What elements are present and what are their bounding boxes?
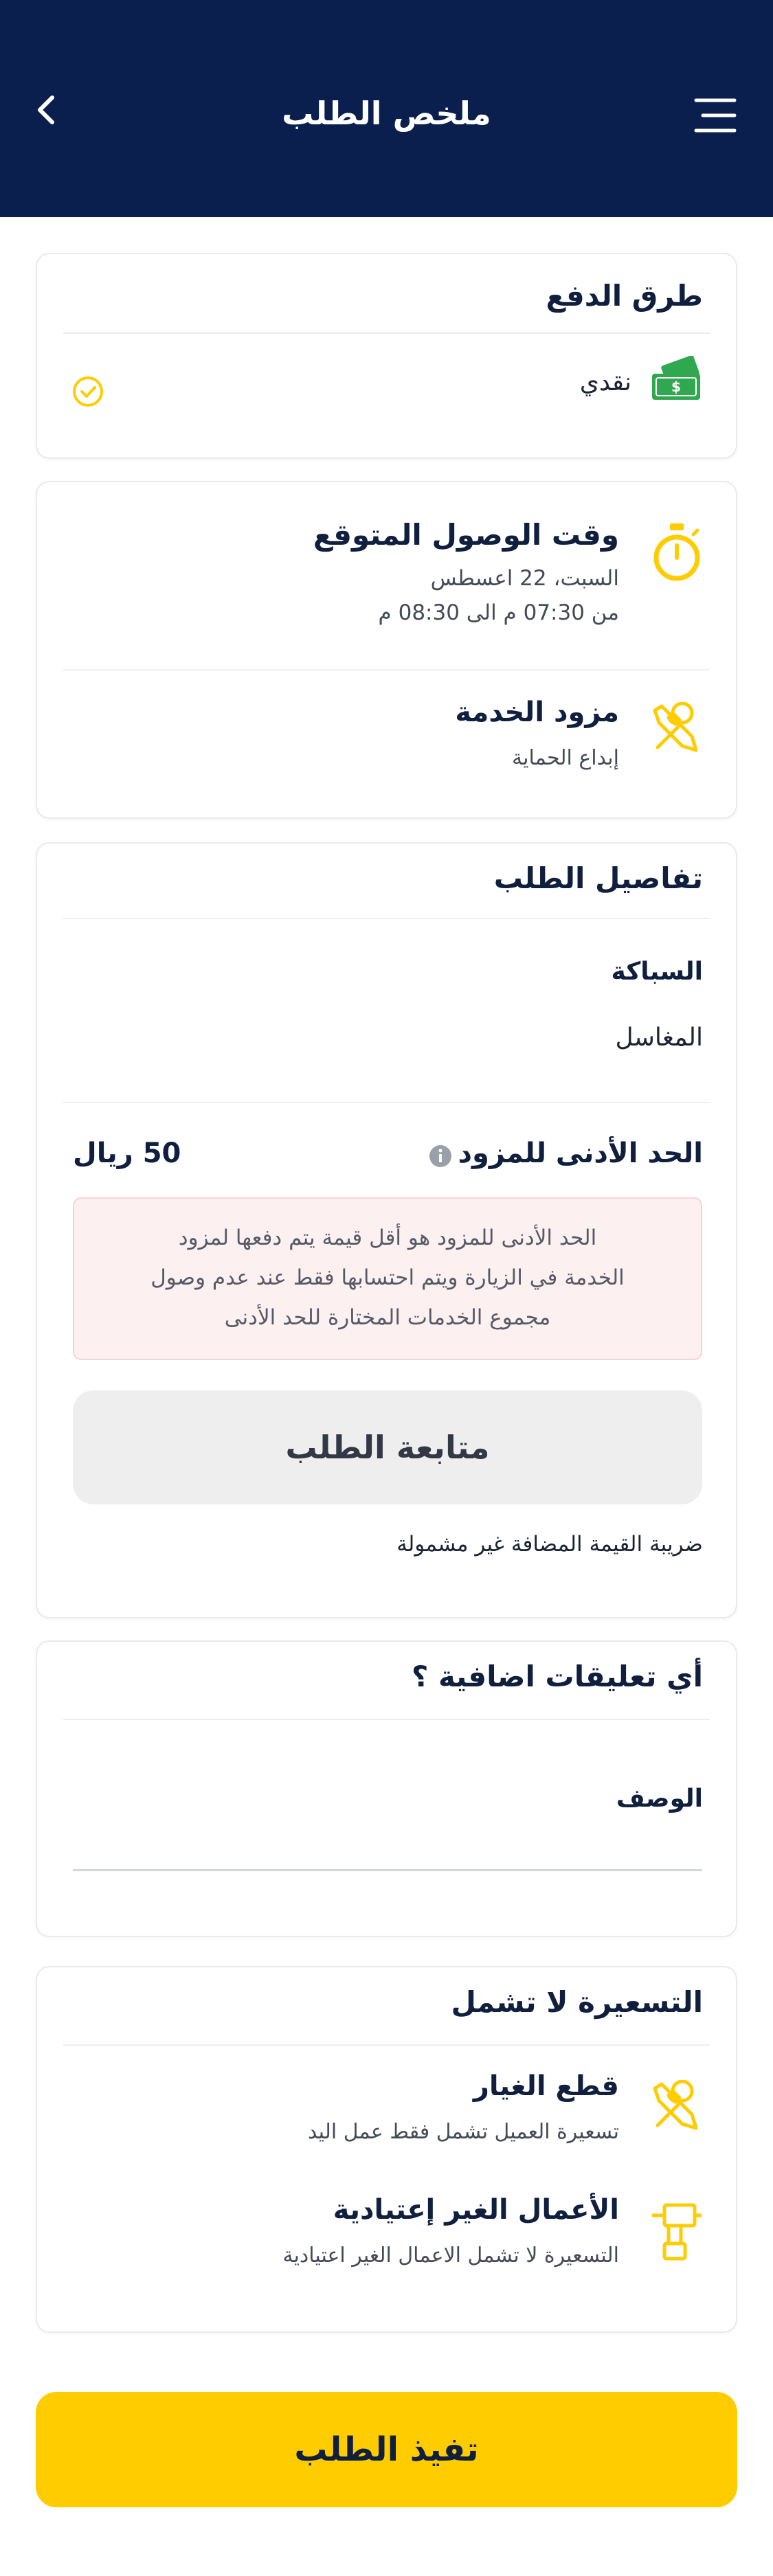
drill-icon bbox=[652, 2203, 702, 2261]
service-category: السباكة bbox=[611, 958, 703, 986]
description-input[interactable] bbox=[73, 1820, 702, 1871]
app-header: ملخص الطلب bbox=[0, 0, 773, 217]
arrival-date: السبت، 22 اعسطس bbox=[430, 566, 619, 591]
hamburger-menu-icon[interactable] bbox=[692, 96, 739, 135]
payment-methods-card: طرق الدفع $ نقدي bbox=[36, 253, 737, 459]
pricing-item-title: قطع الغيار bbox=[473, 2070, 619, 2102]
provider-minimum-note: الحد الأدنى للمزود هو أقل قيمة يتم دفعها… bbox=[73, 1197, 702, 1360]
service-item: المغاسل bbox=[615, 1024, 703, 1052]
stopwatch-icon bbox=[653, 523, 700, 581]
additional-comments-card: أي تعليقات اضافية ؟ الوصف bbox=[36, 1640, 737, 1937]
provider-title: مزود الخدمة bbox=[455, 697, 619, 728]
comments-title: أي تعليقات اضافية ؟ bbox=[412, 1660, 703, 1693]
arrival-time-range: من 07:30 م الى 08:30 م bbox=[378, 600, 619, 625]
order-details-card: تفاصيل الطلب السباكة المغاسل الحد الأدنى… bbox=[36, 842, 737, 1618]
pricing-excludes-card: التسعيرة لا تشمل قطع الغيار تسعيرة العمي… bbox=[36, 1966, 737, 2333]
note-line-3: مجموع الخدمات المختارة للحد الأدنى bbox=[224, 1305, 551, 1330]
payment-methods-title: طرق الدفع bbox=[546, 279, 703, 313]
check-circle-icon bbox=[73, 376, 103, 407]
note-line-2: الخدمة في الزيارة ويتم احتسابها فقط عند … bbox=[150, 1265, 625, 1290]
info-icon[interactable] bbox=[429, 1144, 452, 1168]
submit-order-button[interactable]: تفيذ الطلب bbox=[36, 2392, 737, 2507]
description-label: الوصف bbox=[616, 1785, 703, 1813]
cash-icon: $ bbox=[652, 356, 700, 400]
note-line-1: الحد الأدنى للمزود هو أقل قيمة يتم دفعها… bbox=[178, 1225, 597, 1250]
pricing-item-subtitle: تسعيرة العميل تشمل فقط عمل اليد bbox=[307, 2120, 619, 2144]
provider-name: إبداع الحماية bbox=[512, 746, 619, 770]
order-details-title: تفاصيل الطلب bbox=[493, 861, 703, 895]
payment-method-label: نقدي bbox=[579, 368, 631, 396]
pricing-excludes-title: التسعيرة لا تشمل bbox=[451, 1985, 704, 2019]
vat-note: ضريبة القيمة المضافة غير مشمولة bbox=[396, 1532, 703, 1557]
arrival-provider-card: وقت الوصول المتوقع السبت، 22 اعسطس من 07… bbox=[36, 481, 737, 819]
provider-minimum-value: 50 ريال bbox=[73, 1138, 181, 1169]
provider-minimum-label: الحد الأدنى للمزود bbox=[458, 1138, 703, 1169]
pricing-item-title: الأعمال الغير إعتيادية bbox=[333, 2194, 619, 2226]
pricing-item-subtitle: التسعيرة لا تشمل الاعمال الغير اعتيادية bbox=[282, 2244, 619, 2268]
follow-order-button[interactable]: متابعة الطلب bbox=[73, 1390, 702, 1504]
order-summary-page: ملخص الطلب طرق الدفع $ نقدي وقت الوصول ا… bbox=[0, 0, 773, 2576]
tools-icon bbox=[653, 702, 698, 752]
tools-icon bbox=[653, 2080, 698, 2130]
page-title: ملخص الطلب bbox=[282, 95, 491, 132]
svg-text:$: $ bbox=[671, 379, 681, 395]
arrival-title: وقت الوصول المتوقع bbox=[313, 518, 619, 552]
